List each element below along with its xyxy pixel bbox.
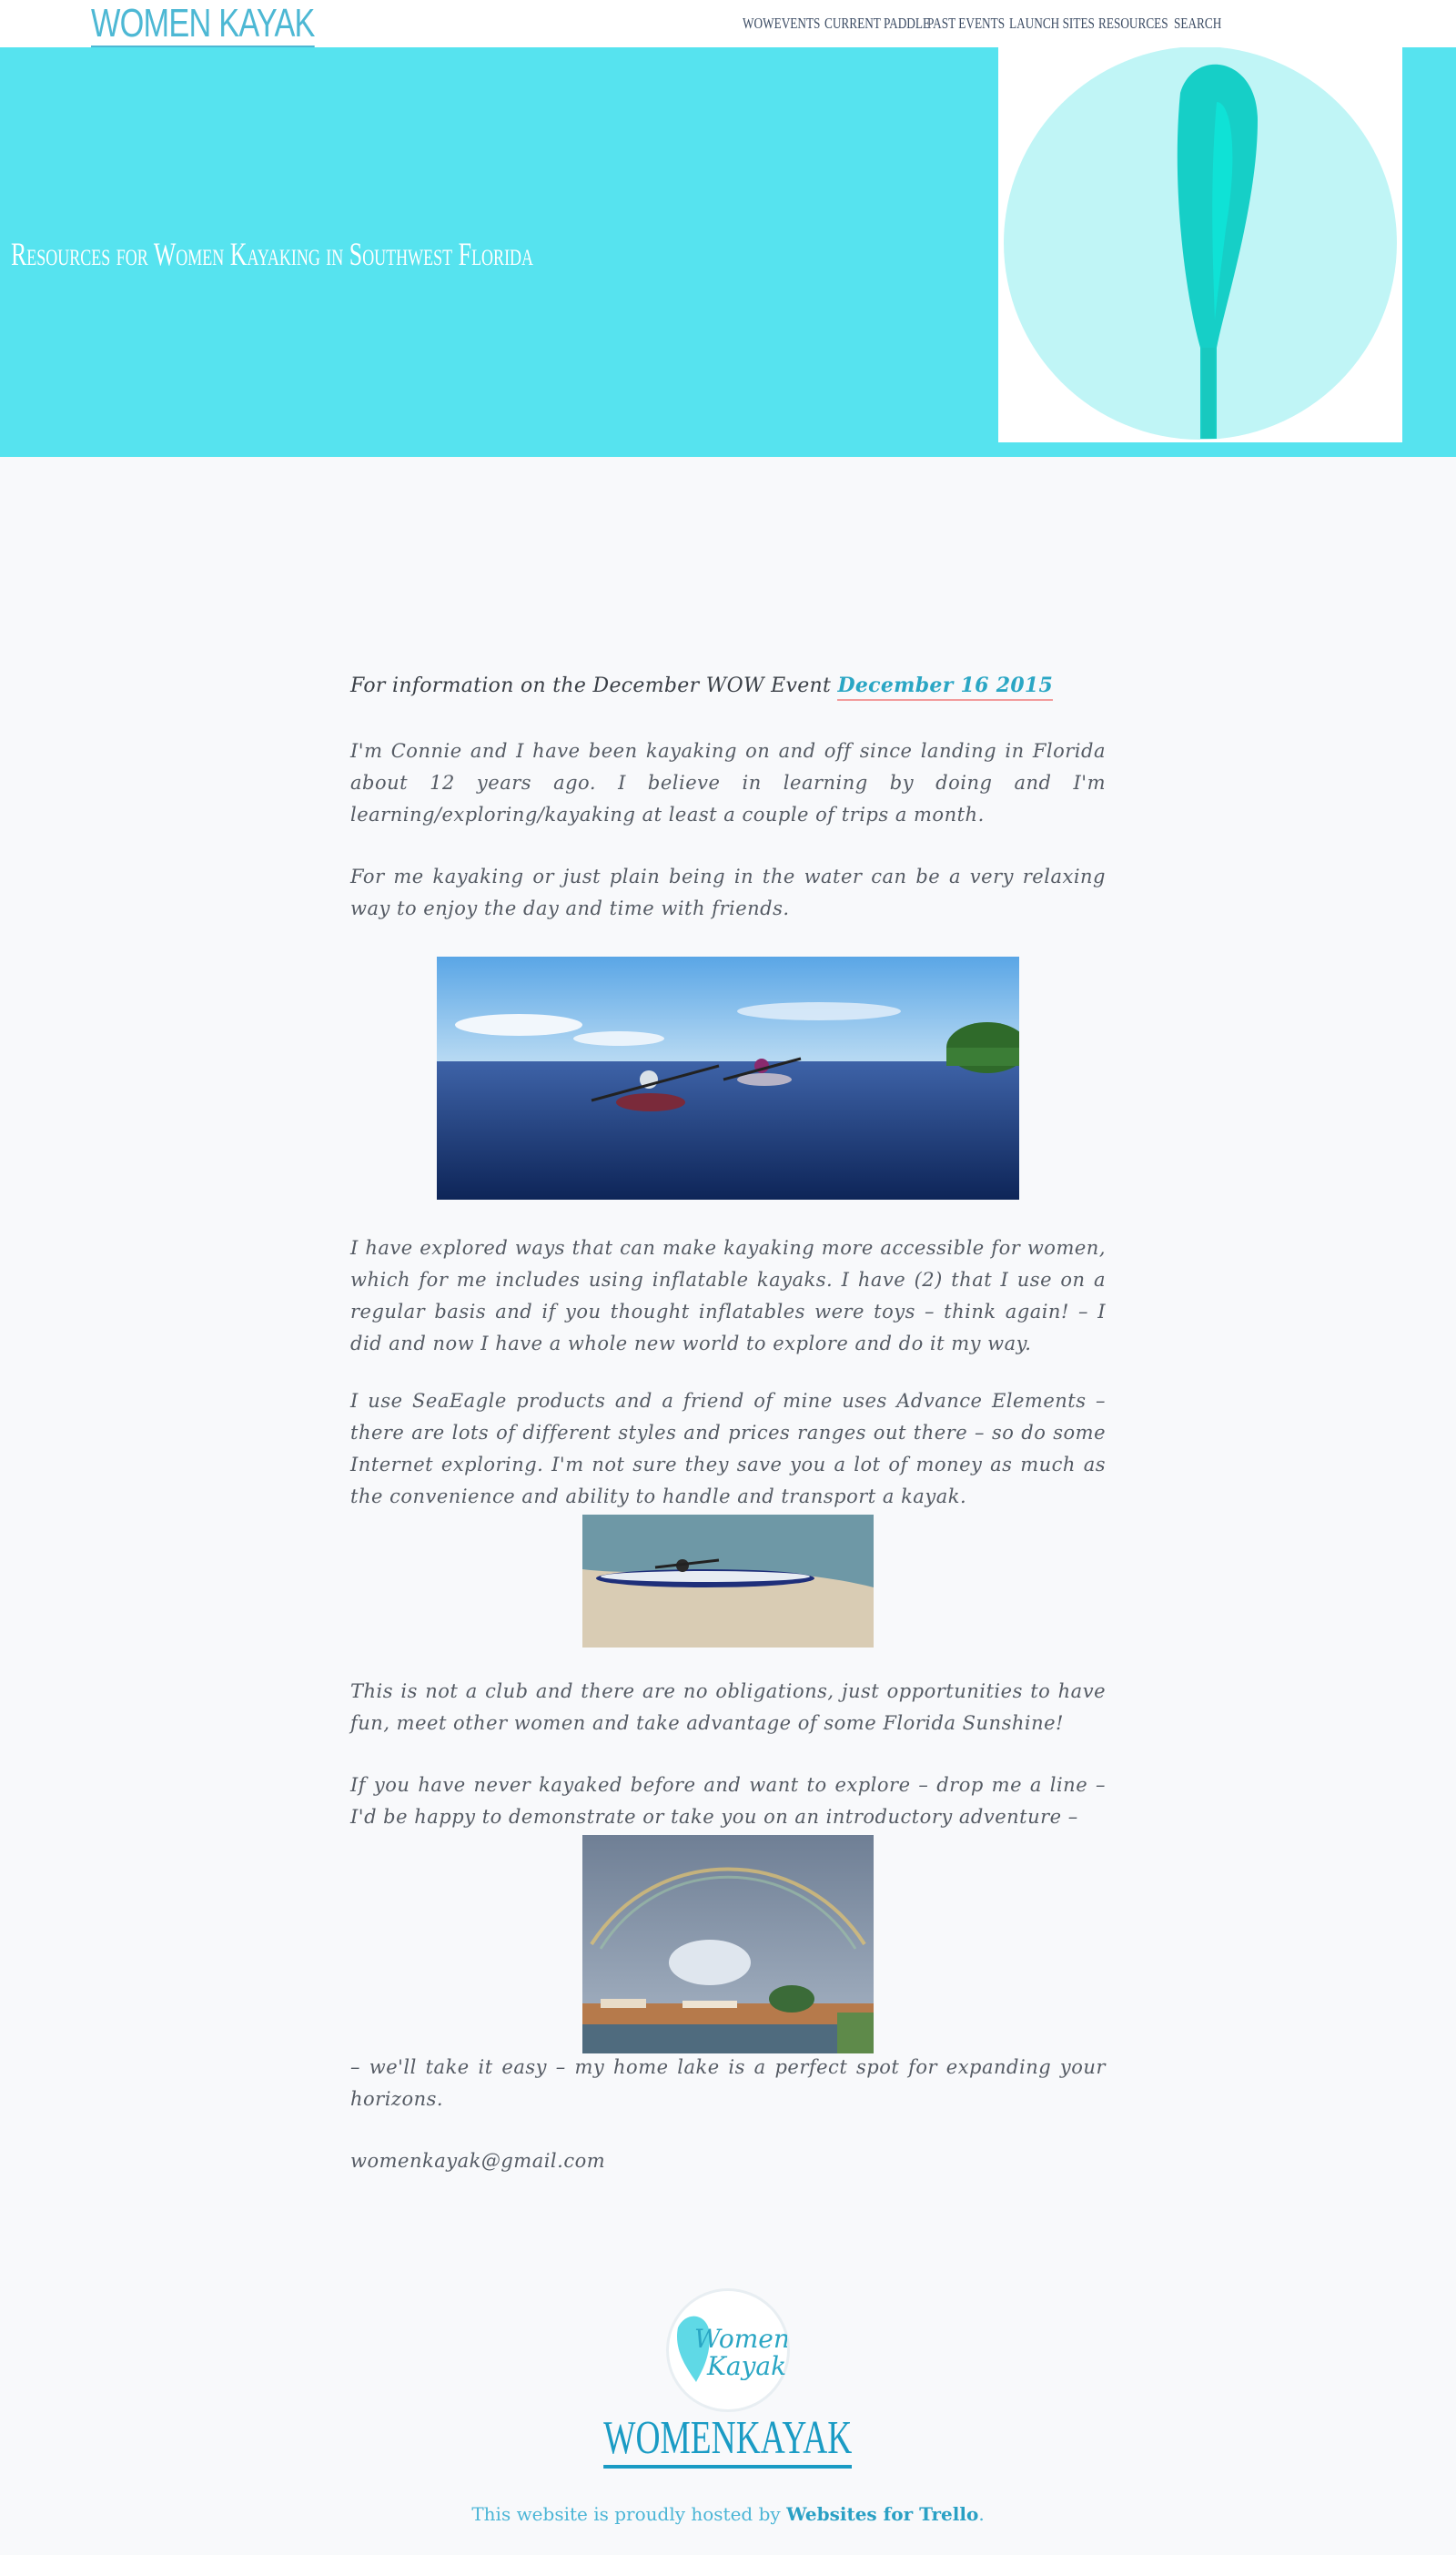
footer-title-link[interactable]: WOMENKAYAK [603, 2412, 853, 2469]
site-logo-link[interactable]: WOMEN KAYAK [91, 2, 315, 49]
footer-hosted-text: This website is proudly hosted by Websit… [0, 2503, 1456, 2525]
contact-email: womenkayak@gmail.com [350, 2150, 606, 2172]
nav-item-past-events[interactable]: PAST EVENTS [927, 15, 1005, 33]
paragraph-relax: For me kayaking or just plain being in t… [350, 866, 1106, 919]
paragraph-intro: I'm Connie and I have been kayaking on a… [350, 740, 1106, 826]
paddle-image [998, 46, 1402, 442]
lead-line: For information on the December WOW Even… [350, 674, 1054, 701]
kayakers-photo [437, 957, 1019, 1200]
footer-logo: Women Kayak [666, 2288, 790, 2412]
paragraph-products: I use SeaEagle products and a friend of … [350, 1390, 1106, 1507]
nav-item-current-paddle[interactable]: CURRENT PADDLE [824, 15, 930, 33]
footer-logo-line2: Kayak [706, 2351, 786, 2381]
hosted-prefix: This website is proudly hosted by [471, 2503, 787, 2525]
hosted-link[interactable]: Websites for Trello [786, 2503, 978, 2525]
nav-item-launch-sites[interactable]: LAUNCH SITES [1009, 15, 1095, 33]
footer-title: WOMENKAYAK [0, 2412, 1456, 2469]
nav-item-search[interactable]: SEARCH [1174, 15, 1221, 33]
hero-title: Resources for Women Kayaking in Southwes… [11, 236, 534, 272]
paragraph-home-lake: – we'll take it easy – my home lake is a… [350, 2056, 1106, 2110]
nav-item-wowevents[interactable]: WOWEVENTS [743, 15, 820, 33]
hero-banner: Resources for Women Kayaking in Southwes… [0, 46, 1456, 457]
rainbow-lake-photo [582, 1835, 874, 2053]
nav-item-resources[interactable]: RESOURCES [1098, 15, 1168, 33]
inflatable-kayak-photo [582, 1515, 874, 1648]
paragraph-explore: If you have never kayaked before and wan… [350, 1774, 1106, 1828]
footer-logo-line1: Women [694, 2324, 787, 2354]
paragraph-no-club: This is not a club and there are no obli… [350, 1680, 1106, 1734]
paragraph-accessible: I have explored ways that can make kayak… [350, 1237, 1106, 1354]
hosted-suffix: . [978, 2503, 985, 2525]
lead-text: For information on the December WOW Even… [350, 674, 832, 697]
top-bar: WOMEN KAYAK WOWEVENTS CURRENT PADDLE PAS… [0, 0, 1456, 49]
event-link[interactable]: December 16 2015 [837, 674, 1054, 701]
